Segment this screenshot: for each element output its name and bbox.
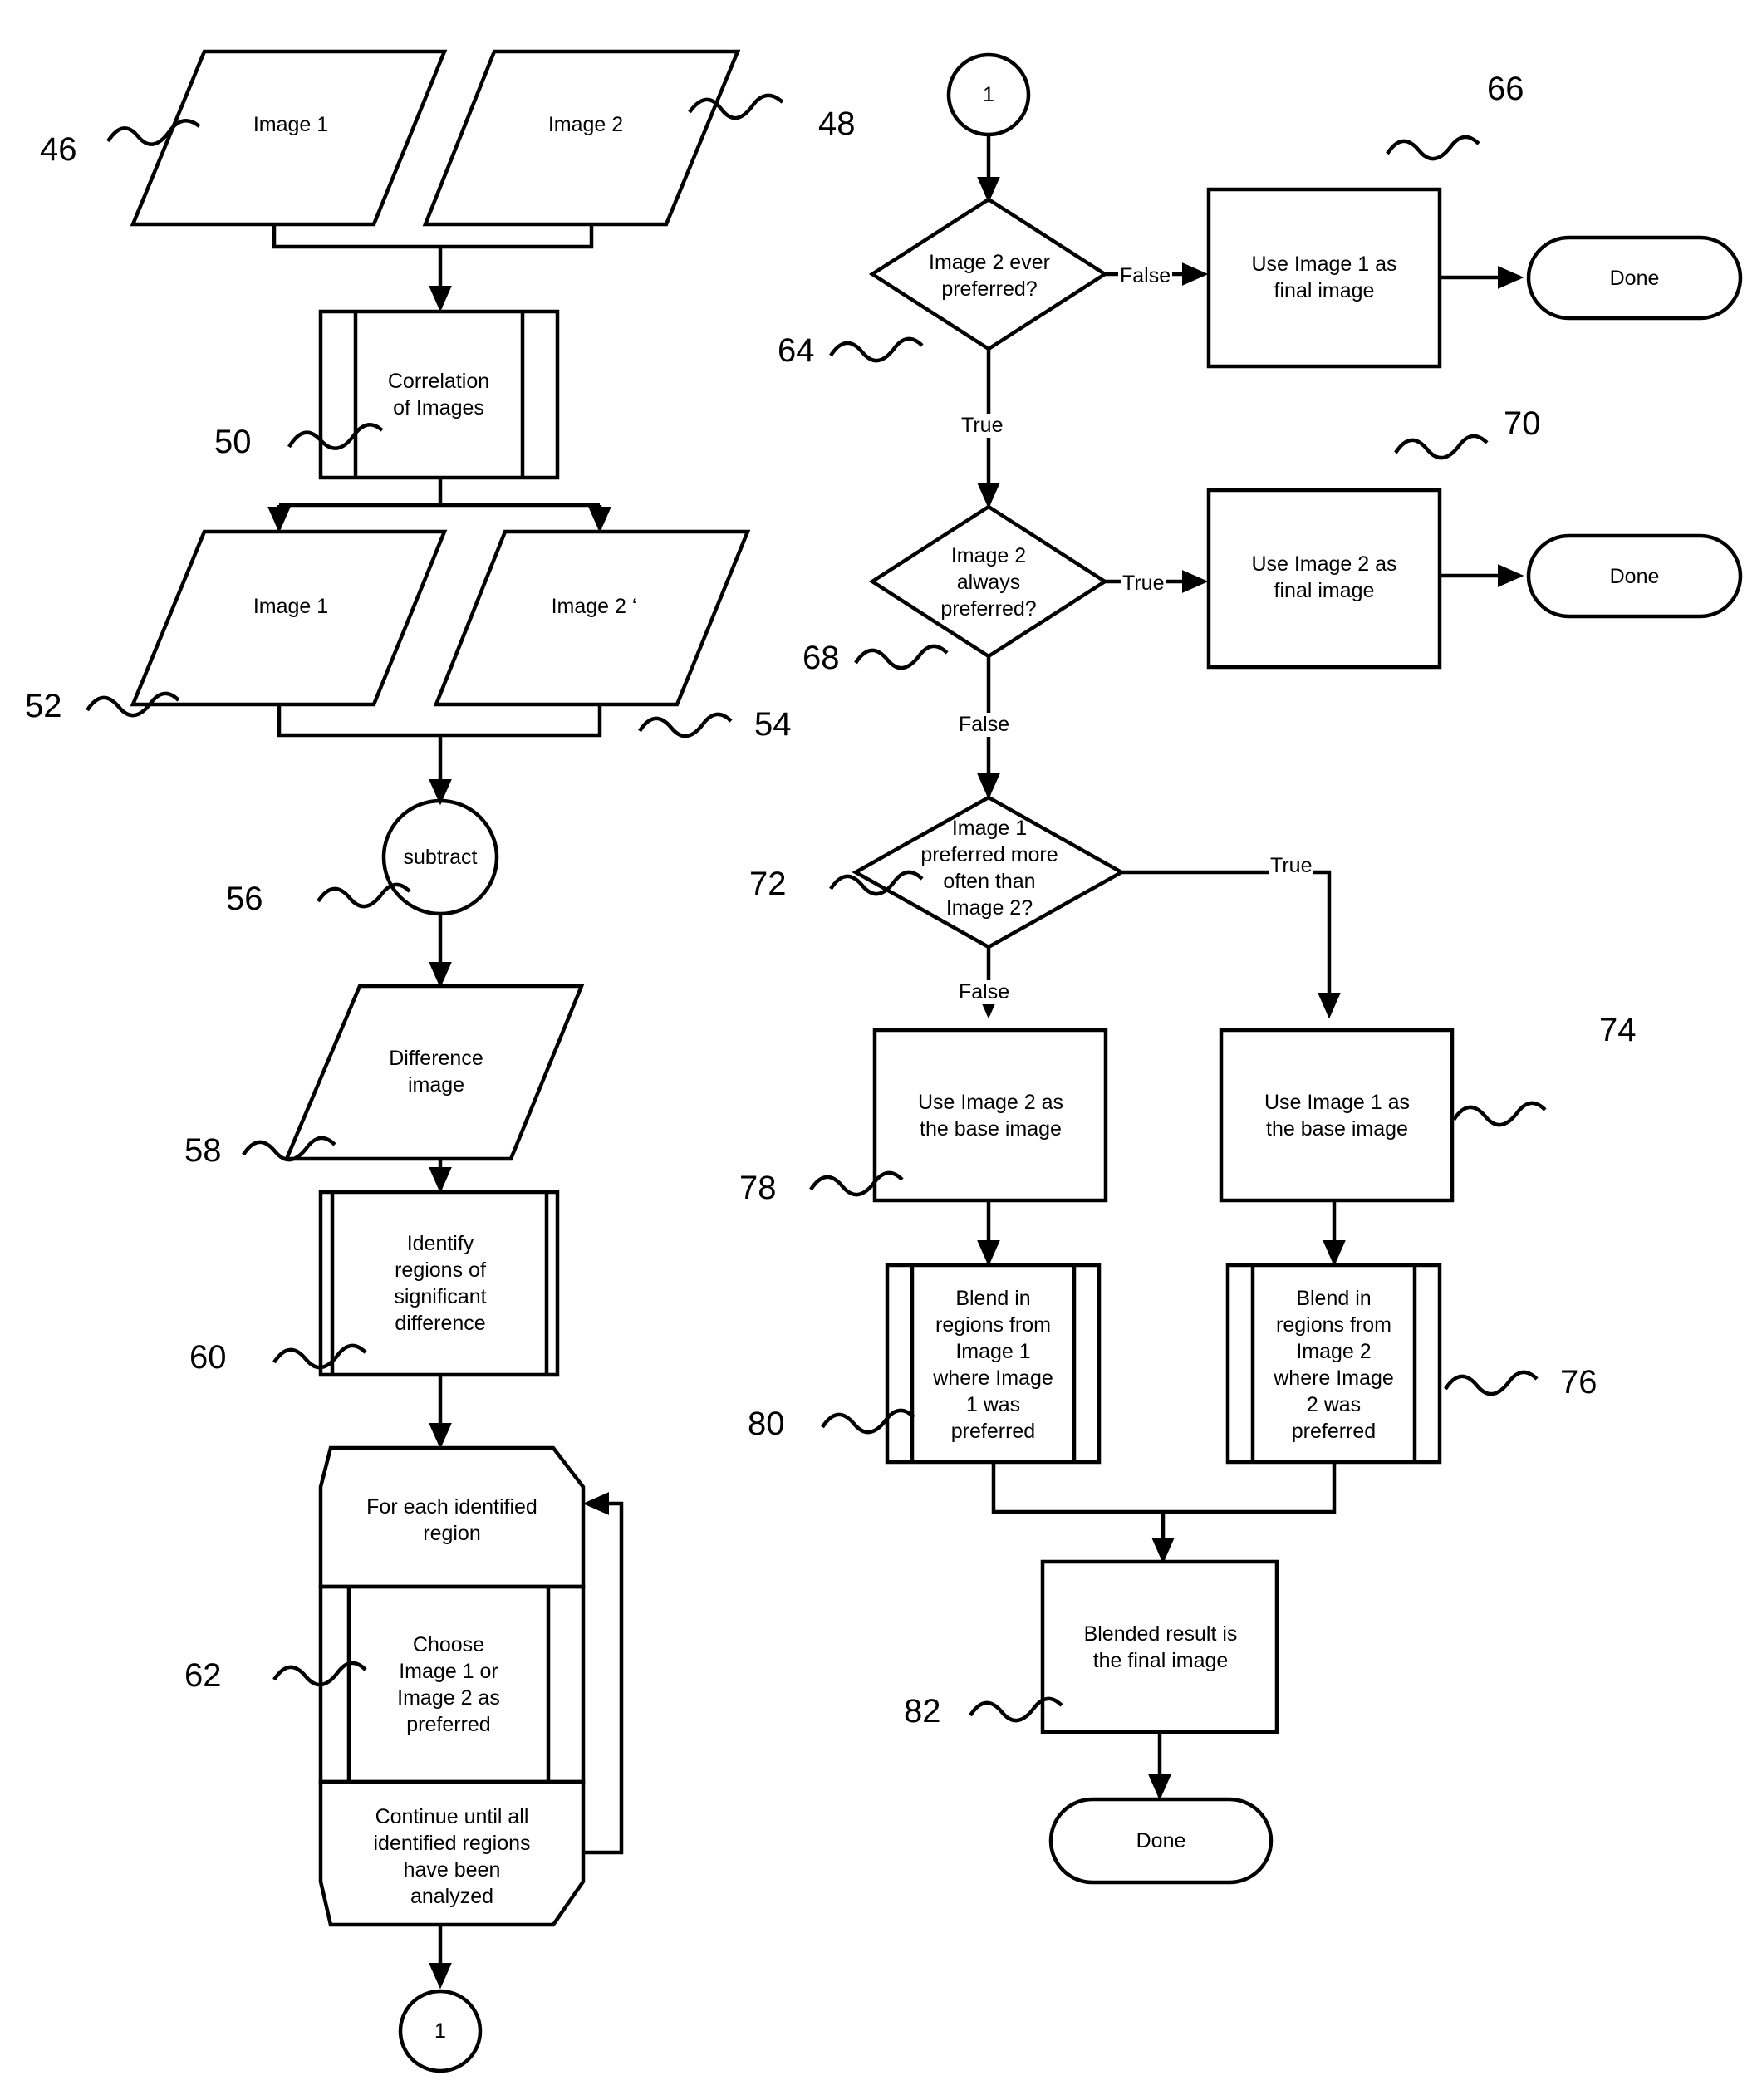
leader-76 <box>1444 1370 1539 1396</box>
node-difference-shape <box>283 984 585 1161</box>
node-foreach-shape <box>318 1445 586 1589</box>
node-image1-in-shape <box>130 49 448 227</box>
node-image2-in-shape <box>422 49 741 227</box>
ref-numeral-54: 54 <box>754 706 792 743</box>
ref-numeral-60: 60 <box>189 1339 227 1376</box>
node-blend-img1-shape <box>885 1263 1102 1465</box>
leader-46 <box>106 119 201 146</box>
node-done-3-shape <box>1048 1797 1274 1885</box>
connector-bottom-shape <box>398 1989 483 2073</box>
leader-70 <box>1394 434 1489 460</box>
ref-numeral-70: 70 <box>1504 405 1541 442</box>
node-image2-out-shape <box>433 529 751 707</box>
leader-78 <box>809 1170 904 1197</box>
connector-top-shape <box>946 52 1031 137</box>
ref-numeral-56: 56 <box>226 881 263 917</box>
node-dec-more-often-shape <box>852 795 1126 949</box>
node-continue-shape <box>318 1779 586 1927</box>
leader-48 <box>688 93 784 120</box>
edge-label-ever-false: False <box>1118 264 1173 288</box>
node-choose-shape <box>318 1584 586 1784</box>
ref-numeral-66: 66 <box>1487 71 1524 107</box>
flowchart-figure: Image 1 Image 2 Correlation of Images Im… <box>0 0 1762 2100</box>
leader-80 <box>821 1408 915 1435</box>
edge-label-more-often-false: False <box>957 980 1012 1004</box>
leader-68 <box>854 644 949 670</box>
ref-numeral-72: 72 <box>749 866 787 902</box>
node-use-img2-base-shape <box>872 1028 1108 1203</box>
ref-numeral-64: 64 <box>778 332 815 369</box>
ref-numeral-58: 58 <box>184 1132 222 1169</box>
edge-label-always-false: False <box>957 713 1012 737</box>
leader-74 <box>1452 1101 1547 1127</box>
ref-numeral-50: 50 <box>214 424 252 460</box>
node-use-img1-final-shape <box>1206 187 1442 369</box>
ref-numeral-46: 46 <box>40 131 77 168</box>
edge-label-ever-true: True <box>960 414 1005 438</box>
leader-56 <box>317 882 411 909</box>
ref-numeral-74: 74 <box>1599 1012 1637 1048</box>
node-done-1-shape <box>1526 235 1743 321</box>
leader-50 <box>287 423 384 450</box>
ref-numeral-62: 62 <box>184 1657 222 1694</box>
node-use-img2-final-shape <box>1206 488 1442 670</box>
node-image1-out-shape <box>130 529 448 707</box>
node-subtract-shape <box>381 798 499 916</box>
node-done-2-shape <box>1526 533 1743 619</box>
node-dec-always-shape <box>868 504 1109 659</box>
ref-numeral-76: 76 <box>1560 1364 1598 1401</box>
flowchart-vector-layer <box>86 49 1743 2073</box>
ref-numeral-82: 82 <box>904 1693 941 1730</box>
ref-numeral-48: 48 <box>818 105 856 142</box>
leader-54 <box>638 712 733 738</box>
leader-82 <box>969 1696 1063 1723</box>
ref-numeral-78: 78 <box>739 1170 777 1206</box>
node-dec-ever-shape <box>868 197 1109 351</box>
ref-numeral-68: 68 <box>802 640 840 676</box>
node-blend-img2-shape <box>1225 1263 1442 1465</box>
node-use-img1-base-shape <box>1219 1028 1455 1203</box>
leader-66 <box>1386 135 1480 161</box>
leader-64 <box>829 336 924 363</box>
ref-numeral-52: 52 <box>25 688 62 724</box>
edge-label-more-often-true: True <box>1269 854 1314 878</box>
edge-label-always-true: True <box>1121 572 1166 596</box>
node-blended-result-shape <box>1040 1559 1279 1734</box>
ref-numeral-80: 80 <box>748 1406 785 1442</box>
